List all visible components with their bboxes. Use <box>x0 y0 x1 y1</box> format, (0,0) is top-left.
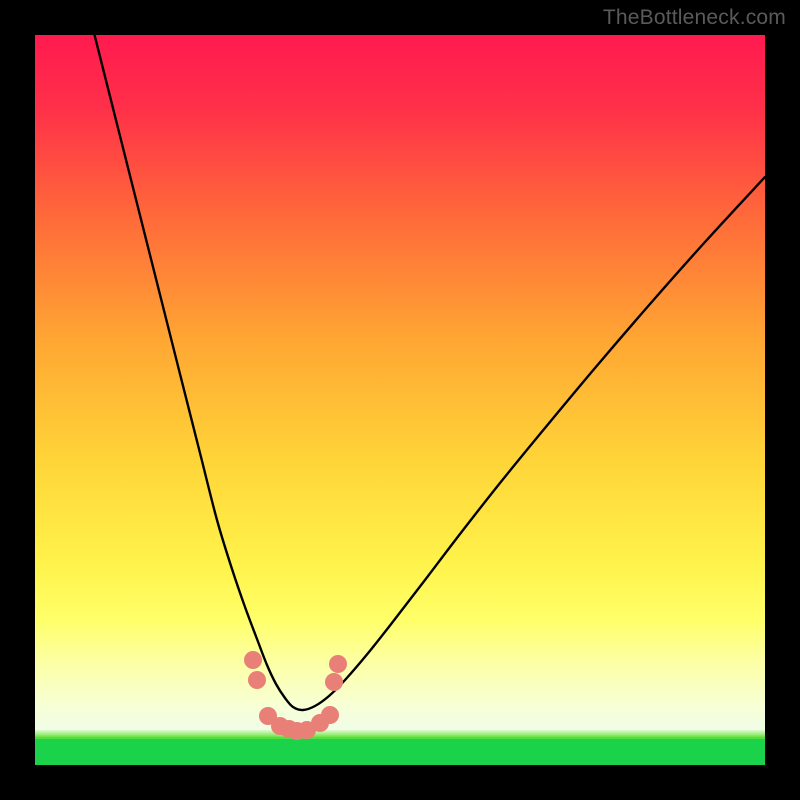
scatter-dot <box>321 706 339 724</box>
watermark-text: TheBottleneck.com <box>603 6 786 30</box>
plot-area <box>35 35 765 765</box>
curve-layer <box>35 35 765 765</box>
scatter-dot <box>329 655 347 673</box>
scatter-dot <box>248 671 266 689</box>
chart-frame: TheBottleneck.com <box>0 0 800 800</box>
bottleneck-curve <box>90 35 765 710</box>
scatter-dot <box>325 673 343 691</box>
scatter-points <box>244 651 347 740</box>
scatter-dot <box>244 651 262 669</box>
